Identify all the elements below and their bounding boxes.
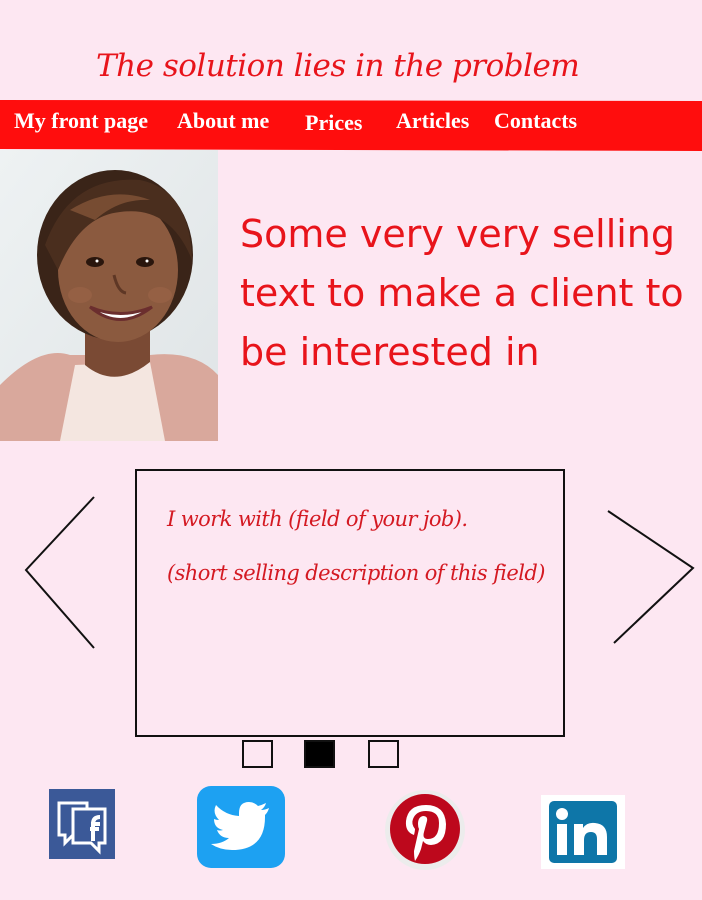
pinterest-icon[interactable]	[384, 789, 466, 876]
linkedin-icon[interactable]	[541, 795, 625, 874]
nav-item-front-page[interactable]: My front page	[14, 108, 148, 134]
slide-text-line-2: (short selling description of this field…	[167, 561, 545, 585]
carousel-dot-1[interactable]	[242, 740, 273, 768]
nav-item-prices[interactable]: Prices	[305, 110, 362, 136]
slide-text-line-1: I work with (field of your job).	[167, 507, 468, 531]
twitter-icon[interactable]	[197, 786, 285, 873]
hero-headline: Some very very selling text to make a cl…	[240, 212, 684, 374]
carousel-slide: I work with (field of your job). (short …	[135, 469, 565, 737]
nav-item-about-me[interactable]: About me	[177, 108, 269, 134]
profile-photo	[0, 150, 218, 441]
site-tagline: The solution lies in the problem	[96, 48, 580, 84]
nav-item-articles[interactable]: Articles	[396, 108, 469, 134]
facebook-icon[interactable]	[49, 789, 115, 864]
chevron-right-icon[interactable]	[605, 508, 697, 651]
carousel-dot-3[interactable]	[368, 740, 399, 768]
carousel-dot-2[interactable]	[304, 740, 335, 768]
main-navigation: My front page About me Prices Articles C…	[0, 100, 702, 151]
chevron-left-icon[interactable]	[22, 495, 98, 656]
nav-item-contacts[interactable]: Contacts	[494, 108, 577, 134]
